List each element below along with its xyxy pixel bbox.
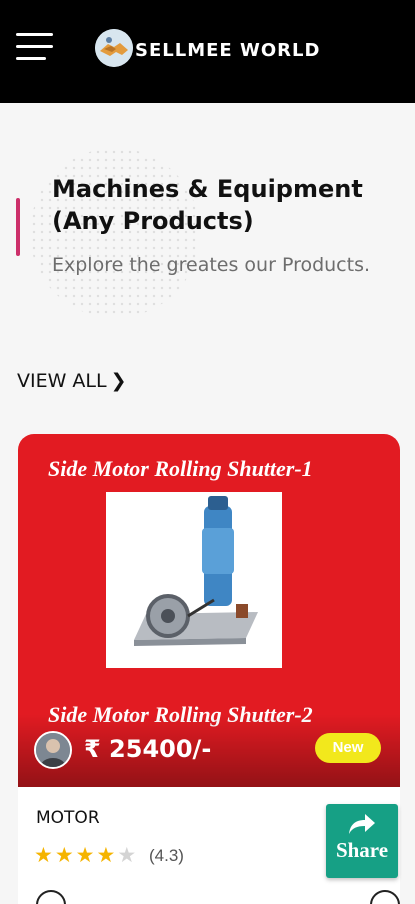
- shutter-motor-photo: [106, 492, 282, 668]
- star-filled-icon: ★: [75, 844, 95, 867]
- location-icon[interactable]: [370, 890, 400, 904]
- product-image[interactable]: Side Motor Rolling Shutter-1 Side Motor …: [18, 434, 400, 787]
- phone-icon[interactable]: [36, 890, 66, 904]
- star-filled-icon: ★: [96, 844, 116, 867]
- rating-value: (4.3): [149, 846, 184, 865]
- view-all-link[interactable]: VIEW ALL ❯: [17, 370, 127, 392]
- main-content: Machines & Equipment (Any Products) Expl…: [0, 103, 415, 904]
- hamburger-menu-icon[interactable]: [16, 33, 54, 63]
- product-name[interactable]: MOTOR: [36, 808, 100, 828]
- star-filled-icon: ★: [34, 844, 53, 867]
- section-accent-bar: [16, 198, 20, 256]
- image-heading-1: Side Motor Rolling Shutter-1: [48, 456, 313, 481]
- app-header: SELLMEE WORLD: [0, 0, 415, 103]
- star-filled-icon: ★: [54, 844, 74, 867]
- card-footer-row: [36, 890, 400, 904]
- section-subtitle: Explore the greates our Products.: [52, 254, 371, 276]
- chevron-right-icon[interactable]: ❯: [111, 370, 127, 392]
- star-empty-icon: ★: [117, 844, 137, 867]
- handshake-logo-icon[interactable]: [95, 29, 133, 67]
- star-rating: ★★★★★: [34, 843, 138, 868]
- share-label: Share: [335, 838, 389, 862]
- share-button[interactable]: Share: [326, 804, 398, 878]
- seller-avatar[interactable]: [34, 731, 72, 769]
- product-price: ₹ 25400/-: [84, 735, 212, 763]
- new-badge: New: [315, 733, 381, 763]
- brand-name[interactable]: SELLMEE WORLD: [135, 40, 320, 61]
- view-all-label[interactable]: VIEW ALL: [17, 370, 107, 392]
- share-arrow-icon: [349, 814, 375, 834]
- section-title: Machines & Equipment (Any Products): [52, 175, 363, 235]
